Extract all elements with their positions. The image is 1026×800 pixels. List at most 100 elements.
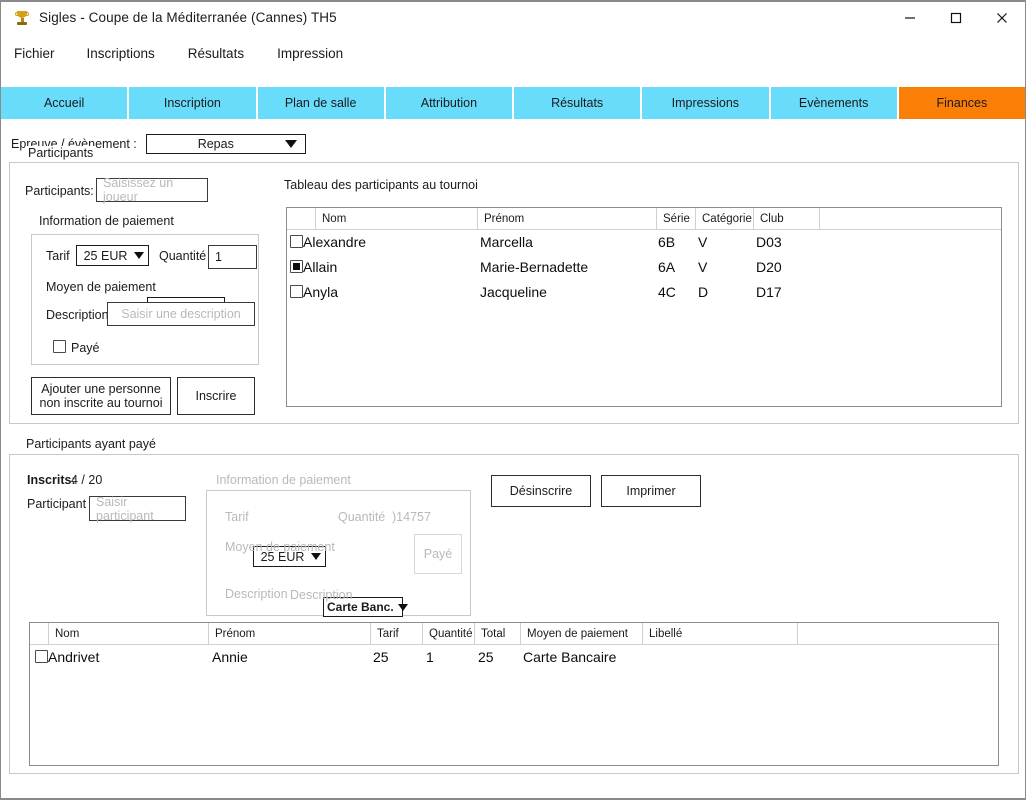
row-select-checkbox[interactable] — [290, 285, 303, 298]
cell-nom: Alexandre — [303, 234, 367, 250]
paid-participants-group-title: Participants ayant payé — [23, 437, 159, 451]
menu-item-inscriptions[interactable]: Inscriptions — [87, 46, 155, 61]
imprimer-button[interactable]: Imprimer — [601, 475, 701, 507]
cell-prenom: Jacqueline — [480, 284, 547, 300]
paid-moyen-value: Carte Banc. — [327, 600, 394, 614]
cell-categorie: V — [698, 259, 708, 275]
cell-prenom: Annie — [212, 649, 248, 665]
tab-strip: Accueil Inscription Plan de salle Attrib… — [1, 87, 1025, 119]
tab-evenements[interactable]: Evènements — [770, 87, 899, 119]
column-header-categorie[interactable]: Catégorie — [695, 208, 753, 230]
paid-paye-label: Payé — [423, 547, 453, 561]
cell-moyen: Carte Bancaire — [523, 649, 617, 665]
paid-description-label: Description — [225, 587, 288, 601]
window-title: Sigles - Coupe de la Méditerranée (Canne… — [39, 10, 337, 25]
cell-serie: 6A — [658, 259, 676, 275]
menu-item-impression[interactable]: Impression — [277, 46, 343, 61]
tarif-dropdown[interactable]: 25 EUR — [76, 245, 149, 266]
inscrire-button[interactable]: Inscrire — [177, 377, 255, 415]
inscrire-button-label: Inscrire — [195, 389, 237, 403]
add-unregistered-person-button[interactable]: Ajouter une personne non inscrite au tou… — [31, 377, 171, 415]
column-header-club[interactable]: Club — [753, 208, 819, 230]
inscrits-value: 4 / 20 — [71, 473, 103, 487]
participant-search-input[interactable]: Saisissez un joueur — [96, 176, 208, 204]
menu-item-resultats[interactable]: Résultats — [188, 46, 244, 61]
column-header-quantite[interactable]: Quantité — [422, 623, 474, 645]
row-select-checkbox[interactable] — [35, 650, 48, 663]
paid-participant-label: Participant — [27, 497, 87, 511]
close-icon[interactable] — [979, 2, 1025, 33]
cell-quantite: 1 — [426, 649, 434, 665]
tab-resultats[interactable]: Résultats — [514, 87, 643, 119]
cell-club: D17 — [756, 284, 782, 300]
participants-group-title: Participants — [25, 146, 97, 160]
column-header-serie[interactable]: Série — [656, 208, 695, 230]
add-button-line2: non inscrite au tournoi — [39, 396, 163, 410]
column-header-prenom[interactable]: Prénom — [477, 208, 656, 230]
cell-total: 25 — [478, 649, 494, 665]
description-label: Description — [46, 308, 109, 322]
add-button-line1: Ajouter une personne — [41, 382, 161, 396]
application-window: Sigles - Coupe de la Méditerranée (Canne… — [0, 0, 1026, 800]
table-row[interactable]: Andrivet Annie 25 1 25 Carte Bancaire — [30, 645, 998, 670]
paid-quantite-value: )14757 — [392, 510, 431, 524]
maximize-icon[interactable] — [933, 2, 979, 33]
column-header-moyen-paiement[interactable]: Moyen de paiement — [520, 623, 642, 645]
participant-search-placeholder: Saisissez un joueur — [103, 176, 174, 204]
column-header-nom[interactable]: Nom — [315, 208, 477, 230]
column-header-libelle[interactable]: Libellé — [642, 623, 797, 645]
column-header-tarif[interactable]: Tarif — [370, 623, 422, 645]
moyen-paiement-label: Moyen de paiement — [46, 280, 156, 294]
paid-paye-button[interactable]: Payé — [414, 534, 462, 574]
tab-finances[interactable]: Finances — [898, 87, 1025, 119]
row-select-checkbox[interactable] — [290, 235, 303, 248]
paye-checkbox[interactable] — [53, 340, 66, 353]
paye-label: Payé — [71, 341, 100, 355]
tab-plan-de-salle[interactable]: Plan de salle — [257, 87, 386, 119]
column-header-total[interactable]: Total — [474, 623, 520, 645]
column-header-nom[interactable]: Nom — [48, 623, 208, 645]
menu-item-fichier[interactable]: Fichier — [14, 46, 55, 61]
paid-participants-table[interactable]: Nom Prénom Tarif Quantité Total Moyen de… — [29, 622, 999, 766]
tab-inscription[interactable]: Inscription — [129, 87, 258, 119]
paid-participant-placeholder: Saisir participant — [96, 494, 154, 523]
row-select-checkbox[interactable] — [290, 260, 303, 273]
table-header-row: Nom Prénom Tarif Quantité Total Moyen de… — [30, 623, 998, 645]
desinscrire-button[interactable]: Désinscrire — [491, 475, 591, 507]
paid-payment-info-title: Information de paiement — [216, 473, 351, 487]
title-bar: Sigles - Coupe de la Méditerranée (Canne… — [1, 2, 1025, 33]
chevron-down-icon — [284, 140, 297, 148]
cell-prenom: Marcella — [480, 234, 533, 250]
quantite-value: 1 — [215, 250, 222, 264]
chevron-down-icon — [134, 252, 144, 259]
quantite-input[interactable]: 1 — [208, 245, 257, 269]
cell-categorie: V — [698, 234, 708, 250]
cell-serie: 6B — [658, 234, 676, 250]
cell-club: D20 — [756, 259, 782, 275]
cell-nom: Anyla — [303, 284, 339, 300]
minimize-icon[interactable] — [887, 2, 933, 33]
table-row[interactable]: Anyla Jacqueline 4C D D17 — [287, 280, 1001, 305]
paid-quantite-label: Quantité — [338, 510, 386, 524]
paid-tarif-label: Tarif — [225, 510, 249, 524]
desinscrire-button-label: Désinscrire — [509, 484, 573, 498]
cell-nom: Andrivet — [48, 649, 100, 665]
paid-participant-input[interactable]: Saisir participant — [89, 494, 186, 523]
tab-accueil[interactable]: Accueil — [1, 87, 130, 119]
column-header-prenom[interactable]: Prénom — [208, 623, 370, 645]
payment-info-title-top: Information de paiement — [39, 214, 174, 228]
inscrits-label: Inscrits: — [27, 473, 76, 487]
tournoi-participants-table[interactable]: Nom Prénom Série Catégorie Club Alexandr… — [286, 207, 1002, 407]
cell-nom: Allain — [303, 259, 338, 275]
description-placeholder: Saisir une description — [121, 307, 241, 321]
description-input[interactable]: Saisir une description — [107, 302, 255, 326]
tab-attribution[interactable]: Attribution — [385, 87, 514, 119]
epreuve-dropdown[interactable]: Repas — [145, 134, 306, 154]
cell-tarif: 25 — [373, 649, 389, 665]
tab-impressions[interactable]: Impressions — [642, 87, 771, 119]
tarif-selected-value: 25 EUR — [83, 248, 128, 263]
table-row[interactable]: Alexandre Marcella 6B V D03 — [287, 230, 1001, 255]
table-row[interactable]: Allain Marie-Bernadette 6A V D20 — [287, 255, 1001, 280]
chevron-down-icon — [311, 553, 321, 560]
paid-moyen-label: Moyen de paiement — [225, 540, 335, 554]
